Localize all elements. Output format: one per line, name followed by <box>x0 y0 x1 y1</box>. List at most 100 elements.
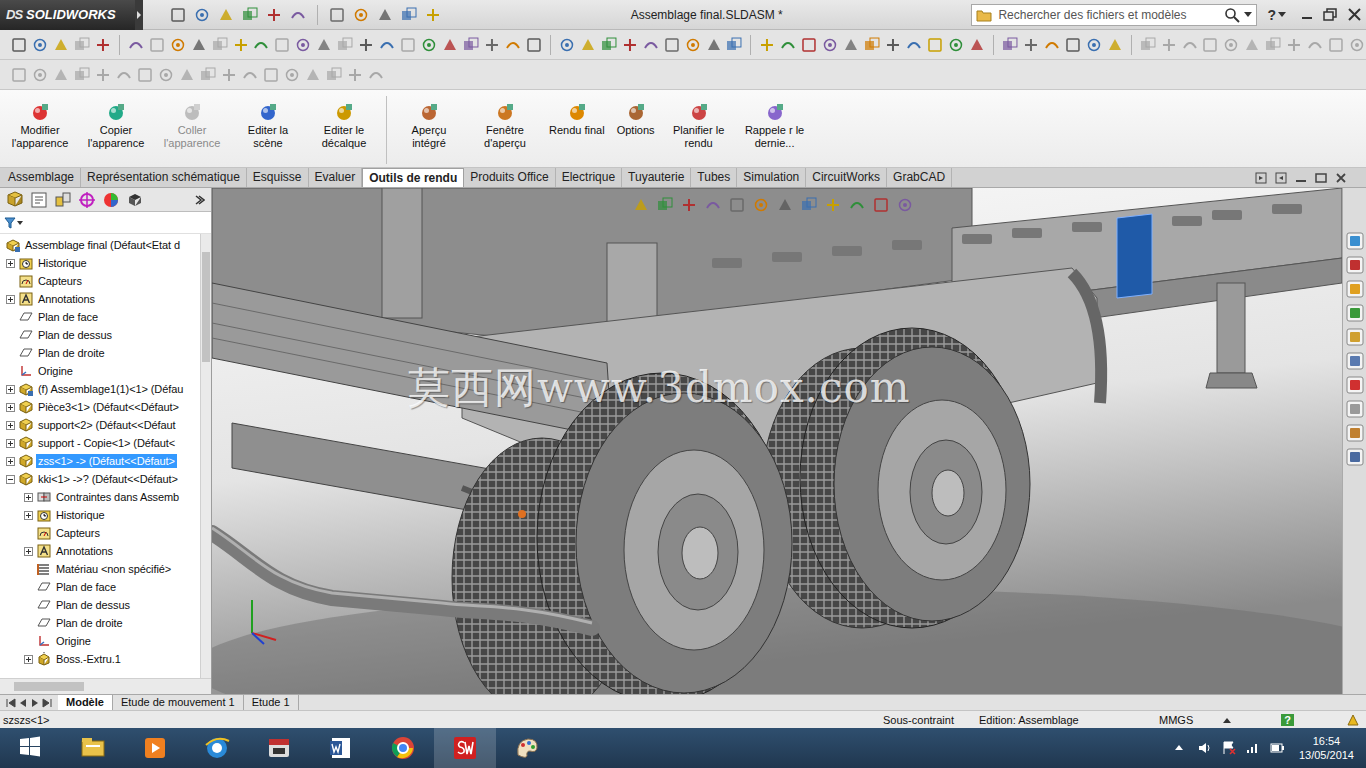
solidworks-logo[interactable]: DSSOLIDWORKS <box>0 0 135 30</box>
quick-tips-button[interactable]: ? <box>1281 714 1294 726</box>
filter-icon[interactable] <box>4 217 24 229</box>
toolbar-tool-icon[interactable] <box>199 66 217 84</box>
toolbar-tool-icon[interactable] <box>684 36 702 54</box>
taskbar-app[interactable] <box>310 728 372 768</box>
toolbar-tool-icon[interactable] <box>169 6 187 24</box>
toolbar-tool-icon[interactable] <box>10 36 28 54</box>
close-icon[interactable] <box>1344 5 1364 25</box>
toolbar-tool-icon[interactable] <box>848 196 866 214</box>
graphics-area[interactable]: 莫西网www.3dmox.com <box>212 188 1342 694</box>
tree-item[interactable]: Capteurs <box>0 524 200 542</box>
toolbar-tool-icon[interactable] <box>94 66 112 84</box>
solidworks-app-icon[interactable] <box>452 735 478 761</box>
toolbar-tool-icon[interactable] <box>884 36 902 54</box>
task-pane-icon[interactable] <box>1346 400 1364 418</box>
tree-item[interactable]: Plan de dessus <box>0 326 200 344</box>
toolbar-tool-icon[interactable] <box>289 6 307 24</box>
toolbar-tool-icon[interactable] <box>1285 36 1303 54</box>
tree-item[interactable]: Plan de face <box>0 308 200 326</box>
command-tab[interactable]: Assemblage <box>2 168 81 187</box>
viewport-window-icon[interactable] <box>1294 171 1308 185</box>
tree-item[interactable]: Matériau <non spécifié> <box>0 560 200 578</box>
toolbar-tool-icon[interactable] <box>525 36 543 54</box>
show-hidden-icons-icon[interactable] <box>1173 740 1189 756</box>
window-button[interactable] <box>1294 5 1318 25</box>
command-tab[interactable]: Electrique <box>556 168 622 187</box>
ribbon-button[interactable]: Fenêtre d'aperçu <box>471 102 539 150</box>
window-button[interactable] <box>1318 5 1342 25</box>
toolbar-tool-icon[interactable] <box>728 196 746 214</box>
tree-item[interactable]: Origine <box>0 362 200 380</box>
task-pane-icon[interactable] <box>1346 376 1364 394</box>
tree-item[interactable]: support<2> (Défaut<<Défaut <box>0 416 200 434</box>
command-tab[interactable]: Outils de rendu <box>362 168 464 187</box>
toolbar-tool-icon[interactable] <box>1348 36 1366 54</box>
toolbar-tool-icon[interactable] <box>220 66 238 84</box>
search-box[interactable] <box>971 4 1257 26</box>
expand-icon[interactable] <box>24 511 33 520</box>
ribbon-button[interactable]: Options <box>615 102 657 137</box>
command-tab[interactable]: Evaluer <box>309 168 363 187</box>
toolbar-tool-icon[interactable] <box>232 36 250 54</box>
toolbar-tool-icon[interactable] <box>169 36 187 54</box>
collapse-icon[interactable] <box>6 475 15 484</box>
command-tab[interactable]: Esquisse <box>247 168 309 187</box>
toolbar-tool-icon[interactable] <box>178 66 196 84</box>
toolbar-tool-icon[interactable] <box>663 36 681 54</box>
internet-explorer-icon[interactable] <box>204 735 230 761</box>
toolbar-tool-icon[interactable] <box>352 6 370 24</box>
expand-icon[interactable] <box>24 547 33 556</box>
action-center-icon[interactable] <box>1221 740 1237 756</box>
expand-icon[interactable] <box>6 403 15 412</box>
appearance-icon[interactable] <box>626 102 646 122</box>
toolbar-tool-icon[interactable] <box>558 36 576 54</box>
command-tab[interactable]: Simulation <box>737 168 806 187</box>
appearance-icon[interactable] <box>765 102 785 122</box>
dimxpert-icon[interactable] <box>78 191 96 209</box>
toolbar-tool-icon[interactable] <box>252 36 270 54</box>
task-pane-icon[interactable] <box>1346 232 1364 250</box>
toolbar-tool-icon[interactable] <box>1139 36 1157 54</box>
file-explorer-icon[interactable] <box>80 735 106 761</box>
toolbar-tool-icon[interactable] <box>483 36 501 54</box>
toolbar-tool-icon[interactable] <box>315 36 333 54</box>
task-pane-icon[interactable] <box>1346 448 1364 466</box>
toolbar-tool-icon[interactable] <box>1327 36 1345 54</box>
toolbar-tool-icon[interactable] <box>947 36 965 54</box>
paint-icon[interactable] <box>514 735 540 761</box>
network-icon[interactable] <box>1245 740 1261 756</box>
toolbar-tool-icon[interactable] <box>1160 36 1178 54</box>
viewport-window-icon[interactable] <box>1334 171 1348 185</box>
minimize-icon[interactable] <box>1296 5 1316 25</box>
toolbar-tool-icon[interactable] <box>632 196 650 214</box>
model-tab[interactable]: Etude de mouvement 1 <box>113 695 244 710</box>
tree-item[interactable]: Annotations <box>0 542 200 560</box>
toolbar-tool-icon[interactable] <box>1201 36 1219 54</box>
task-pane-icon[interactable] <box>1346 280 1364 298</box>
more-tabs-icon[interactable] <box>193 194 205 206</box>
toolbar-tool-icon[interactable] <box>304 66 322 84</box>
configuration-icon[interactable] <box>54 191 72 209</box>
toolbar-tool-icon[interactable] <box>1181 36 1199 54</box>
toolbar-tool-icon[interactable] <box>926 36 944 54</box>
ribbon-button[interactable]: Aperçu intégré <box>395 102 463 150</box>
chrome-icon[interactable] <box>390 735 416 761</box>
toolbar-tool-icon[interactable] <box>758 36 776 54</box>
toolbar-tool-icon[interactable] <box>1222 36 1240 54</box>
tab-scroll-icon[interactable] <box>6 698 16 708</box>
toolbar-tool-icon[interactable] <box>217 6 235 24</box>
taskbar-app[interactable] <box>496 728 558 768</box>
toolbar-tool-icon[interactable] <box>1264 36 1282 54</box>
toolbar-tool-icon[interactable] <box>262 66 280 84</box>
feature-tree-icon[interactable] <box>6 191 24 209</box>
expand-icon[interactable] <box>6 439 15 448</box>
dropdown-arrow-icon[interactable] <box>1244 12 1252 18</box>
taskbar-app[interactable] <box>248 728 310 768</box>
appearance-icon[interactable] <box>567 102 587 122</box>
tab-scroll-icon[interactable] <box>18 698 28 708</box>
toolbar-tool-icon[interactable] <box>600 36 618 54</box>
ribbon-button[interactable]: Editer la scène <box>234 102 302 150</box>
taskbar-app[interactable] <box>434 728 496 768</box>
ribbon-button[interactable]: Modifier l'apparence <box>6 102 74 150</box>
tree-item[interactable]: Plan de dessus <box>0 596 200 614</box>
